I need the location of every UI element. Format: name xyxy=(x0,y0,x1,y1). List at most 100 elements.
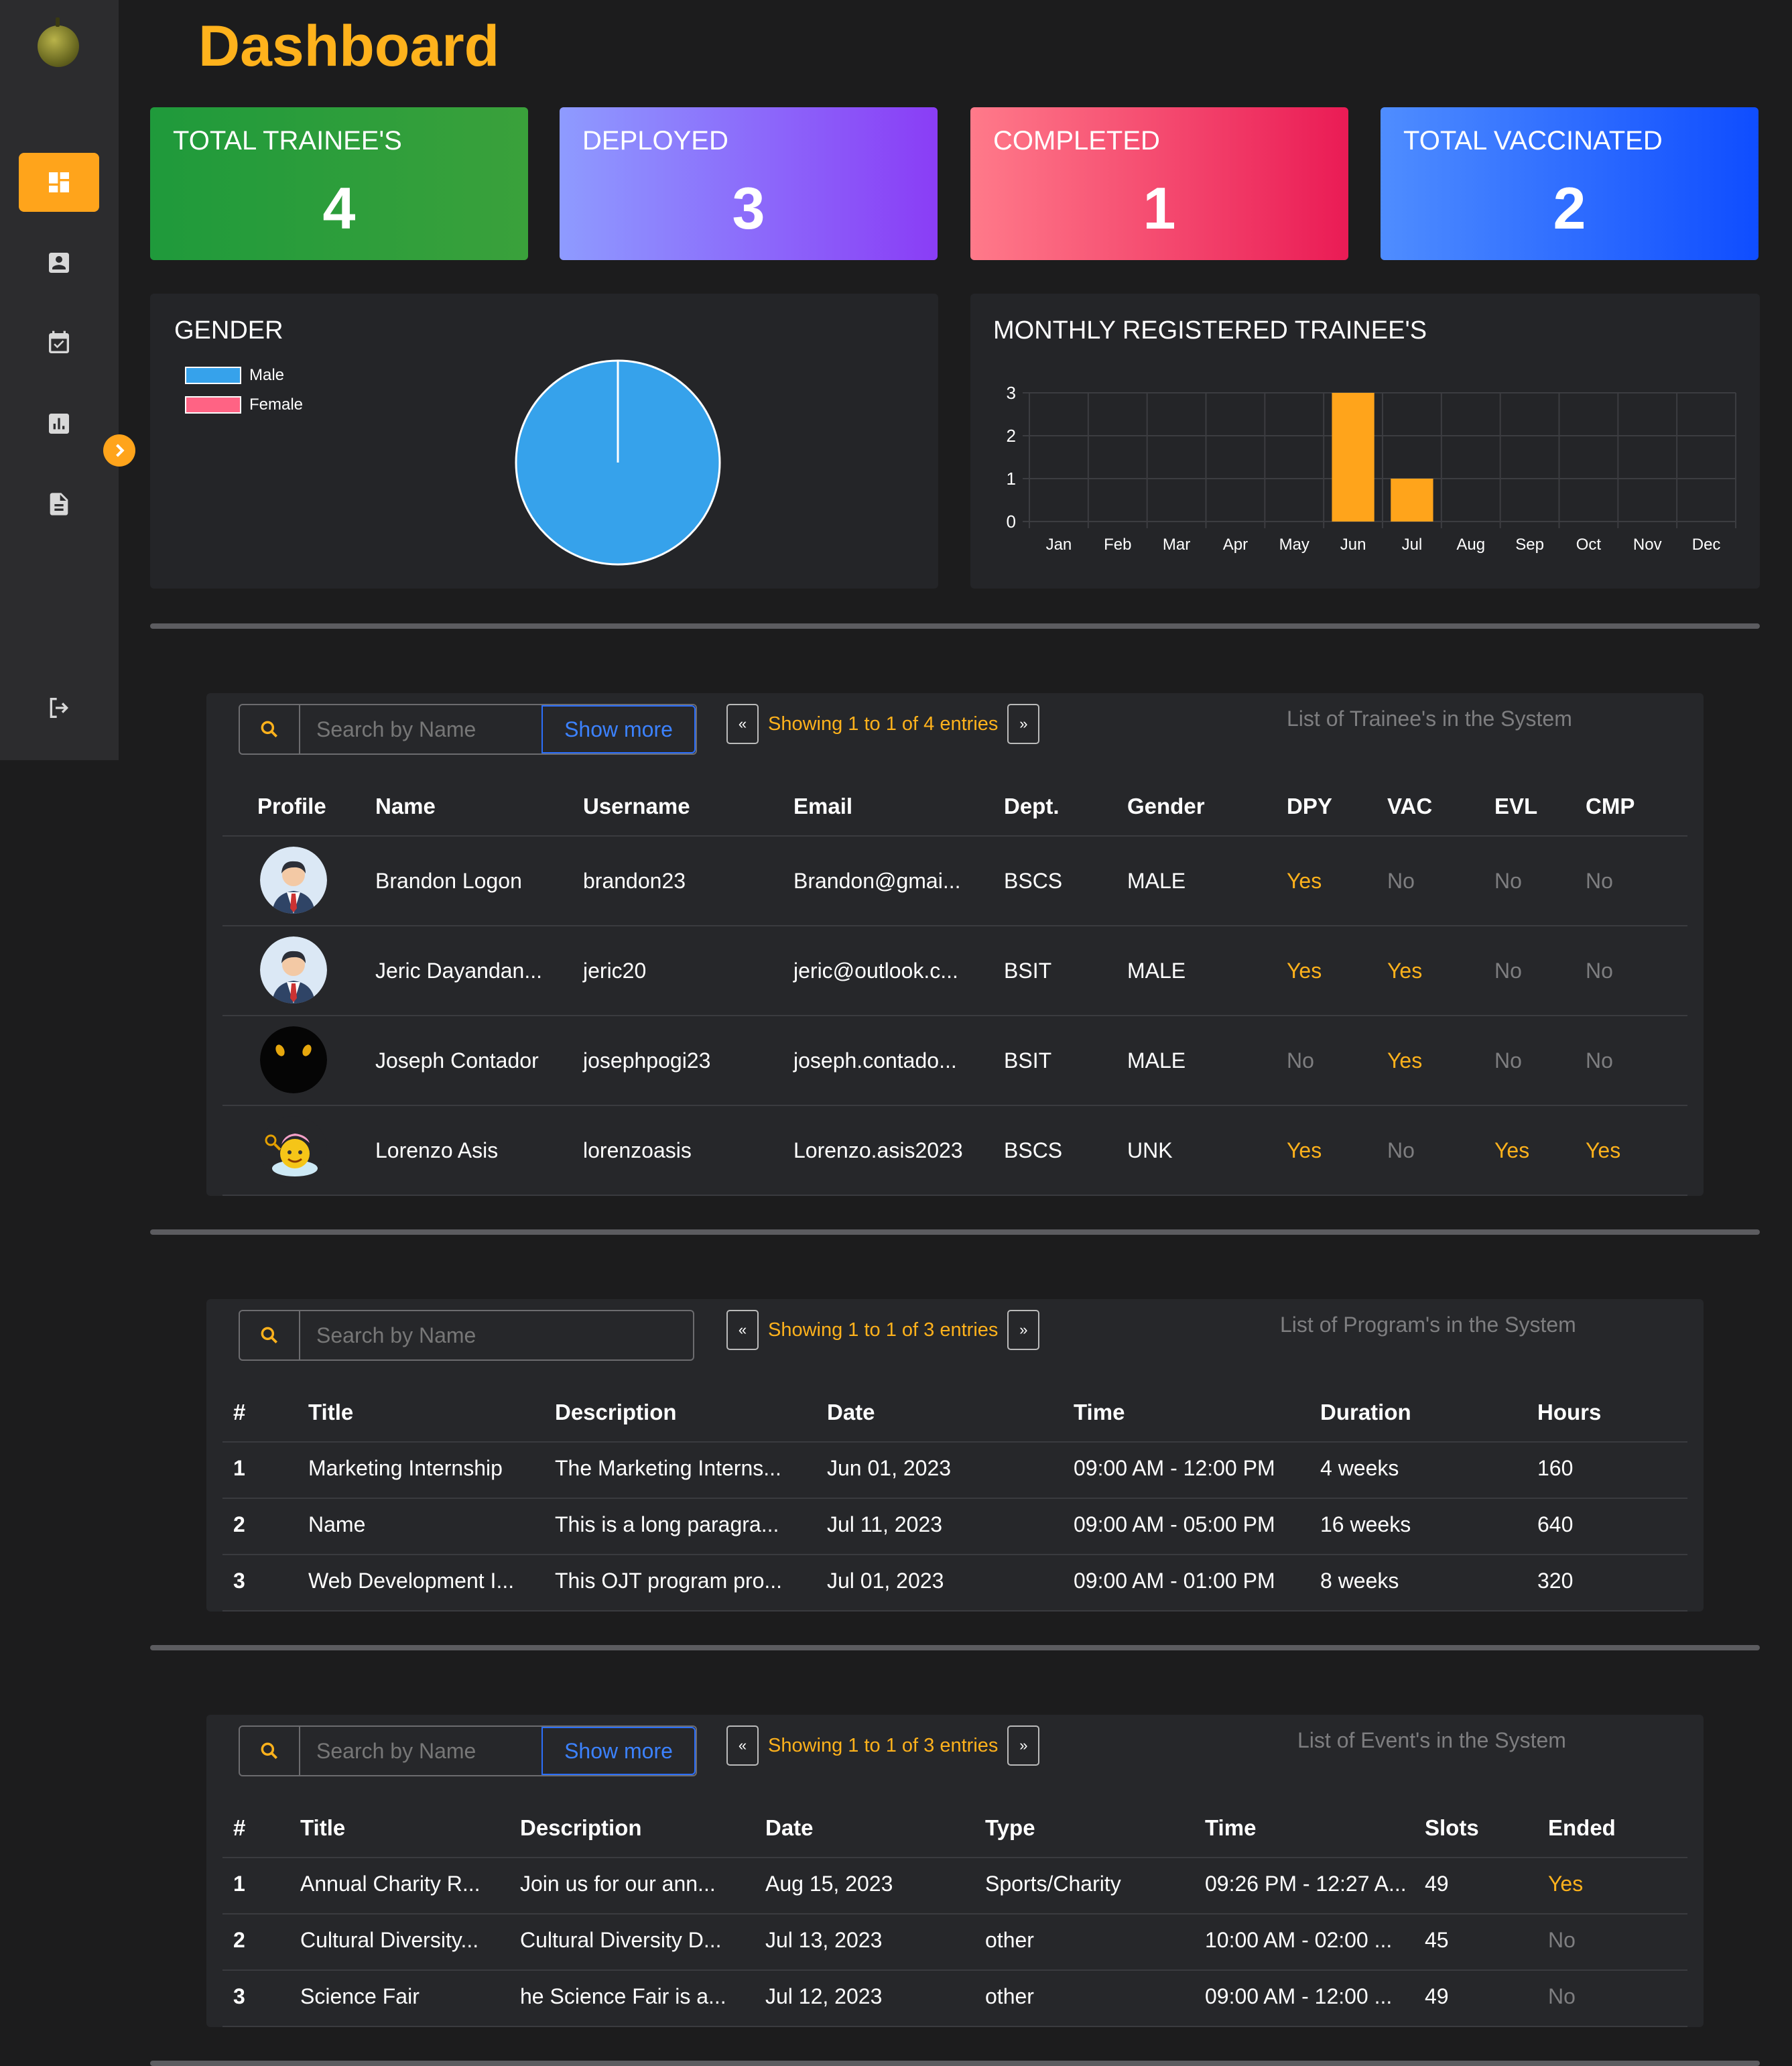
legend-label: Male xyxy=(249,366,285,384)
stat-card-deployed: DEPLOYED 3 xyxy=(560,107,938,260)
prev-page-button[interactable]: « xyxy=(726,704,759,744)
next-page-button[interactable]: » xyxy=(1007,1725,1040,1766)
trainee-email: joseph.contado... xyxy=(793,1048,957,1073)
prev-page-button[interactable]: « xyxy=(726,1310,759,1350)
program-hours: 160 xyxy=(1537,1456,1574,1480)
programs-table-panel: Search by Name « Showing 1 to 1 of 3 ent… xyxy=(206,1299,1704,1612)
search-button[interactable] xyxy=(240,705,300,753)
x-tick-label: Oct xyxy=(1576,536,1602,554)
table-row[interactable]: Lorenzo Asis lorenzoasis Lorenzo.asis2023 B… xyxy=(206,1105,1704,1195)
monthly-chart-title: MONTHLY REGISTERED TRAINEE'S xyxy=(993,316,1427,345)
column-header-time: Time xyxy=(1205,1815,1257,1840)
column-header-username: Username xyxy=(583,794,690,818)
trainee-evaluated: No xyxy=(1494,1048,1522,1073)
table-row[interactable]: 3 Science Fair he Science Fair is a... Jul … xyxy=(206,1969,1704,2026)
sidebar-item-dashboard[interactable] xyxy=(19,153,99,212)
program-hours: 640 xyxy=(1537,1512,1574,1536)
trainee-dept: BSCS xyxy=(1004,869,1063,893)
column-header-dept: Dept. xyxy=(1004,794,1060,818)
column-header-time: Time xyxy=(1074,1400,1125,1424)
program-date: Jun 01, 2023 xyxy=(827,1456,952,1480)
next-page-button[interactable]: » xyxy=(1007,1310,1040,1350)
event-date: Aug 15, 2023 xyxy=(765,1872,893,1896)
column-header-hours: Hours xyxy=(1537,1400,1602,1424)
table-row[interactable]: 2 Name This is a long paragra... Jul 11, 20… xyxy=(206,1498,1704,1554)
column-header-vac: VAC xyxy=(1387,794,1433,818)
table-row[interactable]: 1 Annual Charity R... Join us for our ann.… xyxy=(206,1857,1704,1913)
y-tick-label: 1 xyxy=(1007,469,1016,489)
column-header-date: Date xyxy=(827,1400,875,1424)
table-row[interactable]: 2 Cultural Diversity... Cultural Diversity… xyxy=(206,1913,1704,1969)
event-time: 09:26 PM - 12:27 A... xyxy=(1205,1872,1407,1896)
search-button[interactable] xyxy=(240,1311,300,1359)
search-icon xyxy=(261,1327,277,1343)
row-divider xyxy=(222,1195,1687,1196)
x-tick-label: May xyxy=(1279,536,1309,554)
table-row[interactable]: Brandon Logon brandon23 Brandon@gmai... BSC… xyxy=(206,835,1704,925)
legend-swatch-female xyxy=(185,396,241,414)
y-tick-label: 3 xyxy=(1007,383,1016,403)
trainee-vaccinated: No xyxy=(1387,1138,1415,1162)
trainee-completed: Yes xyxy=(1586,1138,1621,1162)
table-row[interactable]: Joseph Contador josephpogi23 joseph.contad… xyxy=(206,1015,1704,1105)
program-number: 3 xyxy=(233,1569,245,1593)
gender-pie-chart xyxy=(515,359,721,566)
table-row[interactable]: 1 Marketing Internship The Marketing Inter… xyxy=(206,1441,1704,1498)
stat-label: DEPLOYED xyxy=(582,126,728,156)
event-check-icon xyxy=(49,330,69,353)
event-description: Join us for our ann... xyxy=(520,1872,716,1896)
program-description: This is a long paragra... xyxy=(555,1512,779,1536)
prev-page-button[interactable]: « xyxy=(726,1725,759,1766)
monthly-bar-chart: 0 1 2 3 Jan Feb Mar Apr May Jun Jul Aug Sep Oct Nov Dec xyxy=(1007,383,1736,554)
sidebar-item-trainees[interactable] xyxy=(19,233,99,292)
search-icon xyxy=(261,1742,277,1759)
sidebar xyxy=(0,0,119,760)
trainee-deployed: No xyxy=(1287,1048,1314,1073)
search-input[interactable]: Search by Name xyxy=(300,1311,693,1359)
table-caption: List of Trainee's in the System xyxy=(1287,707,1572,731)
event-ended: No xyxy=(1548,1984,1576,2008)
trainee-vaccinated: Yes xyxy=(1387,959,1423,983)
sidebar-item-reports[interactable] xyxy=(19,394,99,453)
document-icon xyxy=(50,493,68,515)
event-type: other xyxy=(985,1984,1034,2008)
events-table-panel: Search by Name Show more « Showing 1 to … xyxy=(206,1715,1704,2027)
stat-label: COMPLETED xyxy=(993,126,1160,156)
event-slots: 45 xyxy=(1425,1928,1449,1952)
event-number: 2 xyxy=(233,1928,245,1952)
legend-item-female[interactable]: Female xyxy=(185,396,303,414)
program-date: Jul 01, 2023 xyxy=(827,1569,944,1593)
show-more-button[interactable]: Show more xyxy=(541,1727,696,1775)
x-tick-label: Sep xyxy=(1515,536,1544,554)
row-divider xyxy=(222,1610,1687,1612)
trainee-gender: UNK xyxy=(1127,1138,1173,1162)
sidebar-item-events[interactable] xyxy=(19,314,99,373)
program-title: Name xyxy=(308,1512,366,1536)
stat-value: 1 xyxy=(1143,175,1176,241)
table-row[interactable]: Jeric Dayandan... jeric20 jeric@outlook.c.… xyxy=(206,925,1704,1015)
bar-jun[interactable] xyxy=(1332,393,1374,522)
search-button[interactable] xyxy=(240,1727,300,1775)
trainee-dept: BSCS xyxy=(1004,1138,1063,1162)
show-more-button[interactable]: Show more xyxy=(541,705,696,753)
next-page-button[interactable]: » xyxy=(1007,704,1040,744)
sidebar-toggle-button[interactable] xyxy=(103,434,135,467)
x-tick-label: Nov xyxy=(1633,536,1662,554)
event-number: 1 xyxy=(233,1872,245,1896)
stat-card-total-trainees: TOTAL TRAINEE'S 4 xyxy=(150,107,528,260)
bar-jul[interactable] xyxy=(1391,479,1433,522)
table-caption: List of Event's in the System xyxy=(1297,1728,1566,1752)
trainee-email: Lorenzo.asis2023 xyxy=(793,1138,963,1162)
column-header-slots: Slots xyxy=(1425,1815,1479,1840)
event-title: Science Fair xyxy=(300,1984,420,2008)
search-input[interactable]: Search by Name xyxy=(300,1727,541,1775)
legend-item-male[interactable]: Male xyxy=(185,366,284,385)
trainee-search-bar: Search by Name Show more xyxy=(239,704,697,755)
legend-swatch-male xyxy=(185,367,241,384)
column-header-dpy: DPY xyxy=(1287,794,1332,818)
search-input[interactable]: Search by Name xyxy=(300,705,541,753)
table-row[interactable]: 3 Web Development I... This OJT program pr… xyxy=(206,1554,1704,1610)
sidebar-item-documents[interactable] xyxy=(19,475,99,534)
logout-button[interactable] xyxy=(19,678,99,737)
column-header-duration: Duration xyxy=(1320,1400,1411,1424)
